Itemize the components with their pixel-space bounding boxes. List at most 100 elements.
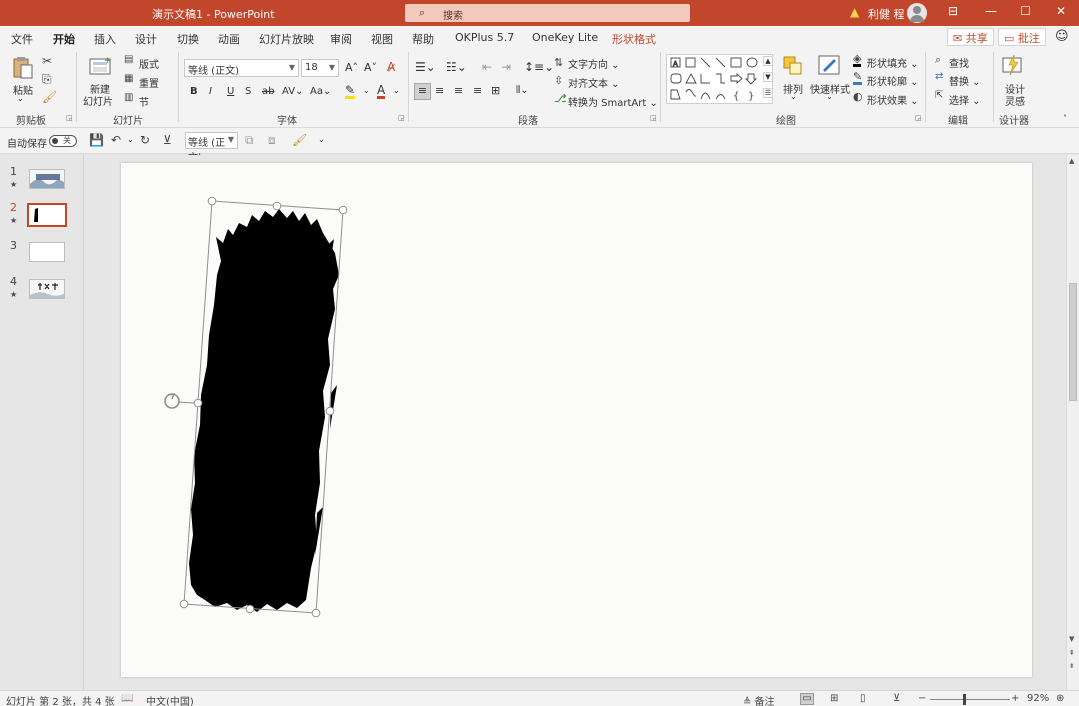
slide-canvas[interactable] [121,163,1032,677]
clipboard-launcher-icon[interactable]: ◲ [66,114,73,122]
gallery-down-icon[interactable]: ▼ [763,72,773,82]
reset-icon[interactable]: ▦ [124,73,133,84]
align-text-icon[interactable]: ⇳ [554,74,563,87]
rotate-handle-icon[interactable] [164,393,195,409]
underline-icon[interactable]: U [227,86,234,97]
qat-font-select[interactable]: 等线 (正文) ▼ [185,132,238,164]
collapse-ribbon-icon[interactable]: ˄ [1063,114,1067,123]
search-box[interactable]: ⌕ 搜索 [405,4,690,22]
scroll-up-icon[interactable]: ▲ [1069,157,1074,165]
ribbon-display-options-icon[interactable]: ⊟ [948,4,958,18]
align-right-icon[interactable]: ≡ [454,84,463,97]
tab-animations[interactable]: 动画 [218,31,240,47]
strikethrough-icon[interactable]: ab [262,86,274,97]
previous-slide-icon[interactable]: ⇞ [1069,649,1075,657]
ungroup-objects-icon[interactable]: ⧈ [268,133,276,148]
numbering-icon[interactable]: ☷⌄ [446,60,467,74]
presentation-icon[interactable]: ⊻ [163,133,172,147]
warning-icon[interactable]: ▲ [850,5,859,19]
tab-home[interactable]: 开始 [53,31,75,52]
grow-font-icon[interactable]: A˄ [345,61,358,74]
slide-sorter-icon[interactable]: ⊞ [830,693,838,704]
shape-effects-button[interactable]: 形状效果 ⌄ [867,92,919,107]
tab-help[interactable]: 帮助 [412,31,434,47]
slide-thumbnail-4[interactable] [29,279,65,299]
layout-icon[interactable]: ▤ [124,54,133,65]
increase-indent-icon[interactable]: ⇥ [501,60,511,74]
tab-insert[interactable]: 插入 [94,31,116,47]
notes-button[interactable]: ≜ 备注 [743,693,775,706]
language-indicator[interactable]: 中文(中国) [146,693,194,706]
normal-view-icon[interactable]: ▭ [800,693,814,705]
layout-button[interactable]: 版式 [139,56,159,71]
decrease-indent-icon[interactable]: ⇤ [482,60,492,74]
arrange-icon[interactable] [782,55,804,79]
reset-button[interactable]: 重置 [139,75,159,90]
shapes-gallery[interactable]: A { } [666,54,773,104]
select-button[interactable]: 选择 ⌄ [949,92,981,107]
text-direction-button[interactable]: 文字方向 ⌄ [568,56,620,71]
align-left-icon[interactable]: ≡ [414,83,431,100]
smartart-button[interactable]: 转换为 SmartArt ⌄ [568,94,658,109]
smartart-icon[interactable]: ⎇ [554,92,567,105]
tab-slideshow[interactable]: 幻灯片放映 [259,31,314,47]
chevron-down-icon[interactable]: ⌄ [363,86,370,95]
font-size-select[interactable]: 18 ▼ [301,59,339,77]
paragraph-launcher-icon[interactable]: ◲ [650,114,657,122]
highlight-icon[interactable]: ✎ [345,84,356,99]
distributed-icon[interactable]: ⊞ [491,84,500,97]
fit-to-window-icon[interactable]: ⊕ [1056,693,1064,704]
tab-view[interactable]: 视图 [371,31,393,47]
line-spacing-icon[interactable]: ↕≡⌄ [524,60,554,74]
scroll-down-icon[interactable]: ▼ [1069,635,1074,643]
copy-icon[interactable]: ⎘ [42,72,52,87]
shape-effects-icon[interactable]: ◐ [853,90,863,103]
find-button[interactable]: 查找 [949,55,969,70]
bullets-icon[interactable]: ☰⌄ [415,60,436,74]
comments-button[interactable]: ▭ 批注 [998,28,1046,46]
align-center-icon[interactable]: ≡ [435,84,444,97]
align-text-button[interactable]: 对齐文本 ⌄ [568,75,620,90]
group-objects-icon[interactable]: ⧉ [245,133,254,148]
tab-onekey[interactable]: OneKey Lite [532,31,598,44]
font-launcher-icon[interactable]: ◲ [398,114,405,122]
change-case-icon[interactable]: Aa⌄ [310,86,331,97]
maximize-button[interactable]: ☐ [1020,4,1031,18]
minimize-button[interactable]: — [985,4,997,18]
slide-thumbnail-2[interactable] [27,203,67,227]
format-painter-icon[interactable]: 🖌 [292,133,307,147]
chevron-down-icon[interactable]: ⌄ [393,86,400,95]
redo-icon[interactable]: ↻ [140,133,150,147]
gallery-up-icon[interactable]: ▲ [763,56,773,66]
replace-icon[interactable]: ⇄ [935,71,943,82]
zoom-slider-track[interactable] [930,699,1010,700]
spell-check-icon[interactable]: 📖 [121,693,133,704]
columns-icon[interactable]: ⫴⌄ [516,85,529,96]
share-button[interactable]: ✉ 共享 [947,28,994,46]
quick-styles-icon[interactable] [818,54,840,78]
zoom-level[interactable]: 92% [1027,693,1049,704]
feedback-icon[interactable]: ☺ [1055,29,1069,44]
brush-stroke-shape[interactable] [189,209,339,612]
zoom-slider-thumb[interactable] [963,694,966,705]
text-direction-icon[interactable]: ⇅ [554,56,563,69]
cut-icon[interactable]: ✂ [42,54,52,68]
design-ideas-icon[interactable] [1002,54,1024,78]
slideshow-view-icon[interactable]: ⊻ [893,693,900,704]
vertical-scrollbar[interactable]: ▲ ▼ ⇞ ⇟ [1066,155,1079,690]
close-button[interactable]: ✕ [1056,4,1066,18]
new-slide-icon[interactable]: + [89,55,111,79]
shape-outline-icon[interactable]: ✎ [853,71,863,85]
slide-thumbnail-3[interactable] [29,242,65,262]
font-color-icon[interactable]: A [377,84,386,99]
undo-icon[interactable]: ↶ [111,133,121,147]
section-button[interactable]: 节 [139,94,149,109]
clear-formatting-icon[interactable]: A̷ [387,60,395,74]
tab-transitions[interactable]: 切换 [177,31,199,47]
drawing-launcher-icon[interactable]: ◲ [915,114,922,122]
reading-view-icon[interactable]: ▯ [860,693,866,704]
chevron-down-icon[interactable]: ⌄ [826,92,833,101]
shape-fill-button[interactable]: 形状填充 ⌄ [867,55,919,70]
shrink-font-icon[interactable]: A˅ [364,61,377,74]
chevron-down-icon[interactable]: ⌄ [790,92,797,101]
